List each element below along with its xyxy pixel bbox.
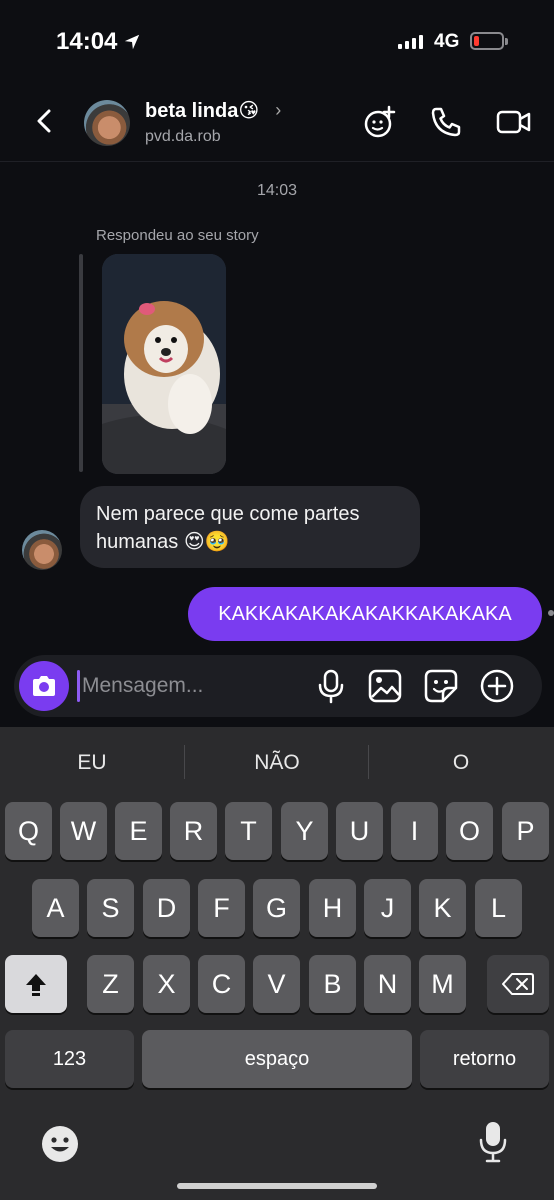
key-u[interactable]: U bbox=[336, 802, 383, 860]
key-e[interactable]: E bbox=[115, 802, 162, 860]
story-reply-label: Respondeu ao seu story bbox=[96, 227, 259, 244]
key-b[interactable]: B bbox=[309, 955, 356, 1013]
suggestion-1[interactable]: EU bbox=[0, 745, 184, 781]
sticker-icon[interactable] bbox=[423, 668, 459, 704]
key-k[interactable]: K bbox=[419, 879, 466, 937]
emoji-icon[interactable] bbox=[40, 1124, 80, 1164]
microphone-icon[interactable] bbox=[313, 668, 349, 704]
key-d[interactable]: D bbox=[143, 879, 190, 937]
sender-avatar[interactable] bbox=[22, 530, 62, 570]
dictation-microphone-icon[interactable] bbox=[477, 1120, 509, 1164]
status-bar: 14:04 4G bbox=[0, 0, 554, 80]
backspace-key[interactable] bbox=[487, 955, 549, 1013]
backspace-icon bbox=[502, 973, 534, 995]
return-key[interactable]: retorno bbox=[420, 1030, 549, 1088]
clock-text: 14:04 bbox=[56, 28, 118, 55]
key-n[interactable]: N bbox=[364, 955, 411, 1013]
key-o[interactable]: O bbox=[446, 802, 493, 860]
key-h[interactable]: H bbox=[309, 879, 356, 937]
incoming-message-bubble[interactable]: Nem parece que come partes humanas 😍🥹 bbox=[80, 486, 420, 568]
keyboard: EU NÃO O Q W E R T Y U I O P A S D F G H… bbox=[0, 727, 554, 1200]
shift-key[interactable] bbox=[5, 955, 67, 1013]
key-z[interactable]: Z bbox=[87, 955, 134, 1013]
key-c[interactable]: C bbox=[198, 955, 245, 1013]
video-call-icon[interactable] bbox=[496, 104, 532, 140]
key-v[interactable]: V bbox=[253, 955, 300, 1013]
contact-username: pvd.da.rob bbox=[145, 128, 221, 145]
home-indicator bbox=[177, 1183, 377, 1189]
key-m[interactable]: M bbox=[419, 955, 466, 1013]
battery-icon bbox=[470, 32, 508, 50]
camera-icon bbox=[33, 676, 55, 696]
message-composer bbox=[14, 655, 542, 717]
sent-status-dot bbox=[548, 610, 554, 616]
reply-indicator-bar bbox=[79, 254, 83, 472]
key-q[interactable]: Q bbox=[5, 802, 52, 860]
contact-name-row[interactable]: beta linda😘 › bbox=[145, 98, 281, 123]
back-arrow-icon[interactable] bbox=[32, 108, 58, 134]
key-p[interactable]: P bbox=[502, 802, 549, 860]
key-l[interactable]: L bbox=[475, 879, 522, 937]
key-j[interactable]: J bbox=[364, 879, 411, 937]
key-s[interactable]: S bbox=[87, 879, 134, 937]
network-type: 4G bbox=[434, 31, 460, 52]
story-thumbnail[interactable] bbox=[102, 254, 226, 474]
add-plus-icon[interactable] bbox=[479, 668, 515, 704]
message-timestamp: 14:03 bbox=[256, 182, 298, 199]
key-i[interactable]: I bbox=[391, 802, 438, 860]
add-effects-icon[interactable] bbox=[362, 104, 398, 140]
text-cursor bbox=[77, 670, 80, 702]
contact-name[interactable]: beta linda😘 bbox=[145, 98, 259, 123]
key-f[interactable]: F bbox=[198, 879, 245, 937]
space-key[interactable]: espaço bbox=[142, 1030, 412, 1088]
key-g[interactable]: G bbox=[253, 879, 300, 937]
key-r[interactable]: R bbox=[170, 802, 217, 860]
outgoing-message-bubble[interactable]: KAKKAKAKAKAKAKKAKAKAKA bbox=[188, 587, 542, 641]
status-time: 14:04 bbox=[56, 28, 141, 56]
key-x[interactable]: X bbox=[143, 955, 190, 1013]
numbers-key[interactable]: 123 bbox=[5, 1030, 134, 1088]
chevron-right-icon: › bbox=[275, 100, 282, 120]
chat-header: beta linda😘 › pvd.da.rob bbox=[0, 80, 554, 162]
suggestion-2[interactable]: NÃO bbox=[185, 745, 369, 781]
dog-photo-image bbox=[102, 254, 226, 474]
message-input[interactable] bbox=[82, 668, 302, 704]
key-w[interactable]: W bbox=[60, 802, 107, 860]
phone-call-icon[interactable] bbox=[428, 104, 464, 140]
key-y[interactable]: Y bbox=[281, 802, 328, 860]
camera-button[interactable] bbox=[19, 661, 69, 711]
suggestion-3[interactable]: O bbox=[369, 745, 553, 781]
key-a[interactable]: A bbox=[32, 879, 79, 937]
contact-avatar[interactable] bbox=[84, 100, 130, 146]
location-arrow-icon bbox=[125, 34, 140, 50]
gallery-icon[interactable] bbox=[367, 668, 403, 704]
cell-signal-icon bbox=[398, 35, 423, 49]
key-t[interactable]: T bbox=[225, 802, 272, 860]
shift-arrow-icon bbox=[26, 974, 46, 996]
